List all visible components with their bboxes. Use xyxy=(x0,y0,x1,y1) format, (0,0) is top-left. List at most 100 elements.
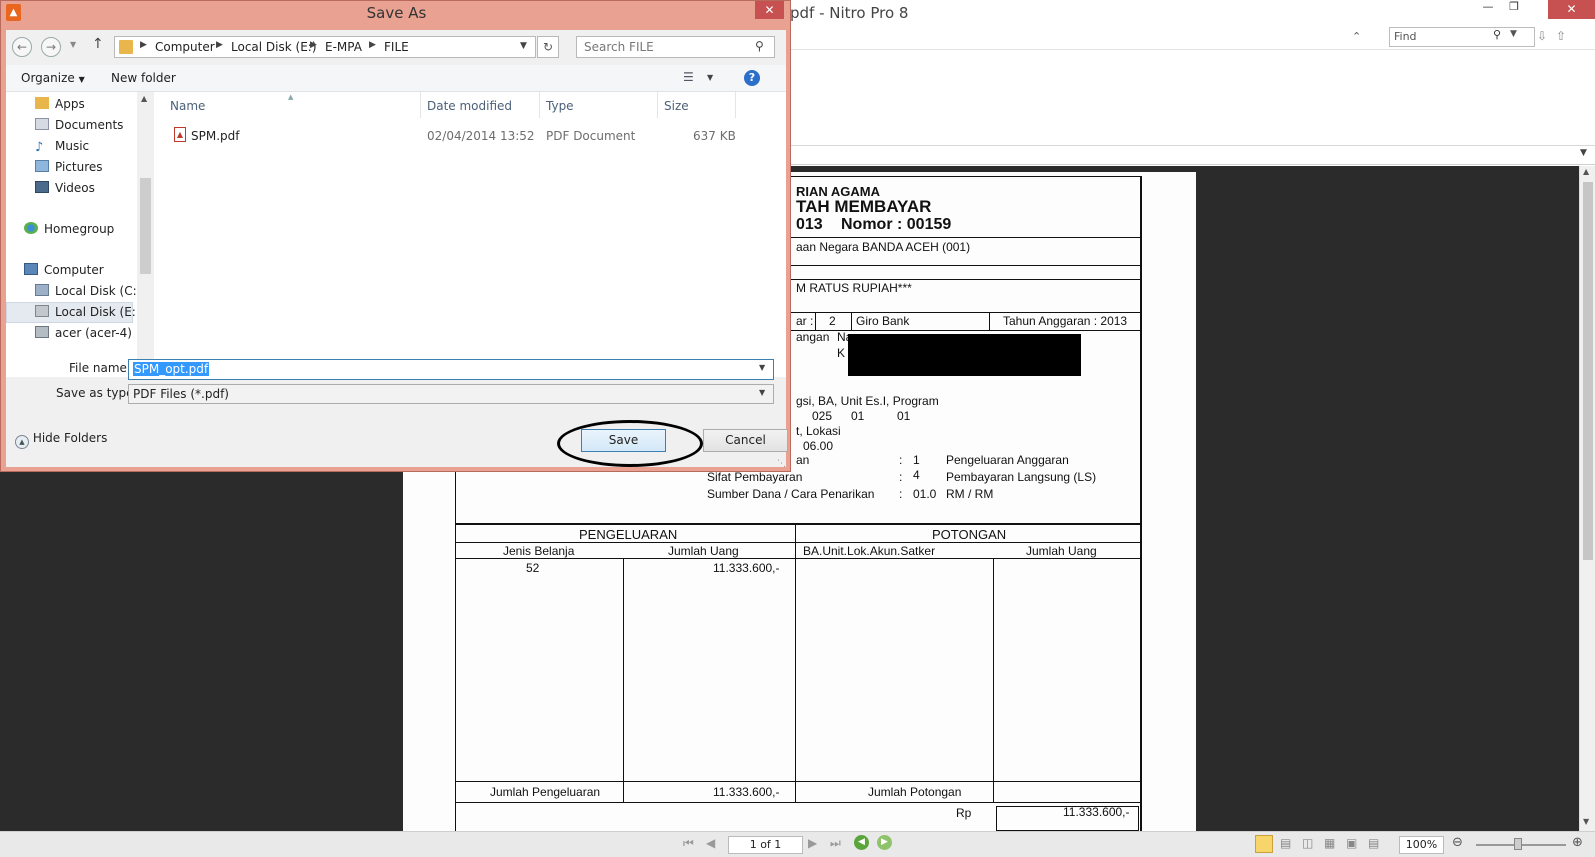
file-name-input[interactable]: SPM_opt.pdf ▼ xyxy=(128,359,774,380)
forward-icon[interactable]: → xyxy=(41,37,61,57)
pdf-table-cell: Jumlah Potongan xyxy=(868,785,962,799)
save-type-dropdown-icon[interactable]: ▼ xyxy=(759,388,765,397)
dialog-close-button[interactable]: ✕ xyxy=(755,1,784,19)
help-icon[interactable]: ? xyxy=(744,70,760,86)
file-name-label: File name: xyxy=(69,361,131,375)
pictures-icon xyxy=(35,160,49,172)
address-bar[interactable]: ▶ Computer ▶ Local Disk (E:) ▶ E-MPA ▶ F… xyxy=(114,36,536,58)
find-next-icon[interactable]: ⇩ xyxy=(1537,29,1547,43)
pdf-text: 01 xyxy=(851,409,865,423)
pdf-table-header: Jumlah Uang xyxy=(668,544,739,558)
breadcrumb-file[interactable]: FILE xyxy=(384,40,409,54)
sidebar-item-pictures[interactable]: Pictures xyxy=(35,160,103,174)
facing-view-icon[interactable]: ◫ xyxy=(1302,836,1313,850)
column-header-date[interactable]: Date modified xyxy=(427,99,512,113)
sidebar-item-local-disk-c[interactable]: Local Disk (C:) xyxy=(35,284,141,298)
pdf-text: 2 xyxy=(829,314,836,328)
sidebar-item-homegroup[interactable]: Homegroup xyxy=(24,222,114,236)
organize-button[interactable]: Organize ▼ xyxy=(21,71,85,85)
pdf-header-title: TAH MEMBAYAR xyxy=(796,197,932,216)
scroll-down-icon[interactable]: ▼ xyxy=(1583,817,1589,826)
videos-icon xyxy=(35,181,49,193)
single-page-view-icon[interactable] xyxy=(1255,835,1273,853)
tab-list-icon[interactable]: ▼ xyxy=(1580,148,1587,158)
page-number-input[interactable]: 1 of 1 xyxy=(728,836,803,854)
save-type-label: Save as type: xyxy=(56,386,138,400)
zoom-level-input[interactable]: 100% xyxy=(1399,836,1444,854)
zoom-out-icon[interactable]: ⊖ xyxy=(1452,835,1463,850)
back-icon[interactable]: ← xyxy=(12,37,32,57)
pdf-table-header: POTONGAN xyxy=(932,527,1007,542)
navigation-scrollbar[interactable]: ▲ ▼ xyxy=(137,92,154,377)
sidebar-item-music[interactable]: ♪ Music xyxy=(35,139,89,155)
pdf-text: Pembayaran Langsung (LS) xyxy=(946,470,1097,484)
file-name-dropdown-icon[interactable]: ▼ xyxy=(759,363,765,372)
column-header-name[interactable]: Name xyxy=(170,99,205,113)
breadcrumb-local-disk[interactable]: Local Disk (E:) xyxy=(231,40,317,54)
view-options-icon[interactable]: ☰ xyxy=(683,70,694,84)
resize-grip-icon[interactable]: ⋱ xyxy=(777,459,786,469)
sidebar-item-videos[interactable]: Videos xyxy=(35,181,95,195)
pdf-amount-words: M RATUS RUPIAH*** xyxy=(796,281,912,295)
hide-folders-button[interactable]: ▲ Hide Folders xyxy=(15,431,107,449)
continuous-facing-view-icon[interactable]: ▦ xyxy=(1324,836,1335,850)
file-name-cell: SPM.pdf xyxy=(191,129,240,143)
breadcrumb-separator-icon: ▶ xyxy=(369,40,376,50)
minimize-icon[interactable]: — xyxy=(1476,0,1500,18)
scroll-thumb[interactable] xyxy=(1583,182,1593,560)
pdf-text: ar : xyxy=(796,314,814,328)
sidebar-item-apps[interactable]: Apps xyxy=(35,97,85,111)
cancel-button[interactable]: Cancel xyxy=(703,429,788,452)
view-dropdown-icon[interactable]: ▼ xyxy=(707,73,713,82)
pdf-text: 01 xyxy=(897,409,911,423)
scroll-up-icon[interactable]: ▲ xyxy=(141,94,147,103)
breadcrumb-computer[interactable]: Computer xyxy=(155,40,215,54)
new-folder-button[interactable]: New folder xyxy=(111,71,176,85)
save-as-dialog: ▲ Save As ✕ ← → ▼ ↑ ▶ Computer ▶ Local D… xyxy=(0,0,791,472)
back-view-icon[interactable]: ◀ xyxy=(854,835,869,850)
breadcrumb-e-mpa[interactable]: E-MPA xyxy=(325,40,362,54)
drive-icon xyxy=(35,284,49,296)
homegroup-icon xyxy=(24,222,38,234)
pdf-text: 01.0 xyxy=(913,487,937,501)
pdf-fiscal-year: Tahun Anggaran : 2013 xyxy=(1003,314,1128,328)
address-dropdown-icon[interactable]: ▼ xyxy=(520,41,527,51)
sidebar-item-documents[interactable]: Documents xyxy=(35,118,123,132)
pdf-header-number: Nomor : 00159 xyxy=(841,216,952,233)
pdf-header-year: 013 xyxy=(796,216,823,233)
dialog-title: Save As xyxy=(366,4,427,22)
scroll-up-icon[interactable]: ▲ xyxy=(1583,167,1589,176)
vertical-scrollbar[interactable]: ▲ ▼ xyxy=(1579,166,1595,831)
fit-page-icon[interactable]: ▣ xyxy=(1346,836,1357,850)
last-page-icon[interactable]: ⏭ xyxy=(830,836,841,851)
up-folder-icon[interactable]: ↑ xyxy=(92,36,104,52)
column-header-size[interactable]: Size xyxy=(664,99,689,113)
first-page-icon[interactable]: ⏮ xyxy=(683,836,694,851)
find-previous-icon[interactable]: ⇧ xyxy=(1556,29,1566,43)
redaction-block xyxy=(848,334,1081,376)
find-dropdown-icon[interactable]: ▼ xyxy=(1510,29,1517,39)
folder-icon xyxy=(119,40,133,54)
drive-icon xyxy=(35,305,49,317)
search-input[interactable]: Search FILE ⚲ xyxy=(576,36,775,58)
previous-page-icon[interactable]: ◀ xyxy=(706,836,715,850)
sidebar-item-acer[interactable]: acer (acer-4) xyxy=(35,326,132,340)
sidebar-item-computer[interactable]: Computer xyxy=(24,263,104,277)
sidebar-item-local-disk-e[interactable]: Local Disk (E:) xyxy=(35,305,141,319)
column-header-type[interactable]: Type xyxy=(546,99,574,113)
nitro-close-button[interactable]: ✕ xyxy=(1548,0,1595,19)
sort-ascending-icon: ▲ xyxy=(288,93,294,101)
fit-width-icon[interactable]: ▤ xyxy=(1368,836,1379,850)
next-page-icon[interactable]: ▶ xyxy=(808,836,817,850)
restore-icon[interactable]: ❐ xyxy=(1502,0,1526,18)
zoom-in-icon[interactable]: ⊕ xyxy=(1572,835,1583,850)
recent-locations-icon[interactable]: ▼ xyxy=(70,40,76,49)
scroll-thumb[interactable] xyxy=(140,178,151,274)
zoom-slider-handle[interactable] xyxy=(1514,838,1522,850)
continuous-view-icon[interactable]: ▤ xyxy=(1280,836,1291,850)
refresh-icon[interactable]: ↻ xyxy=(537,36,559,58)
collapse-ribbon-icon[interactable]: ⌃ xyxy=(1352,30,1361,43)
save-type-select[interactable]: PDF Files (*.pdf) ▼ xyxy=(128,384,774,404)
forward-view-icon[interactable]: ▶ xyxy=(877,835,892,850)
find-input[interactable]: Find ⚲ ▼ xyxy=(1389,27,1535,47)
